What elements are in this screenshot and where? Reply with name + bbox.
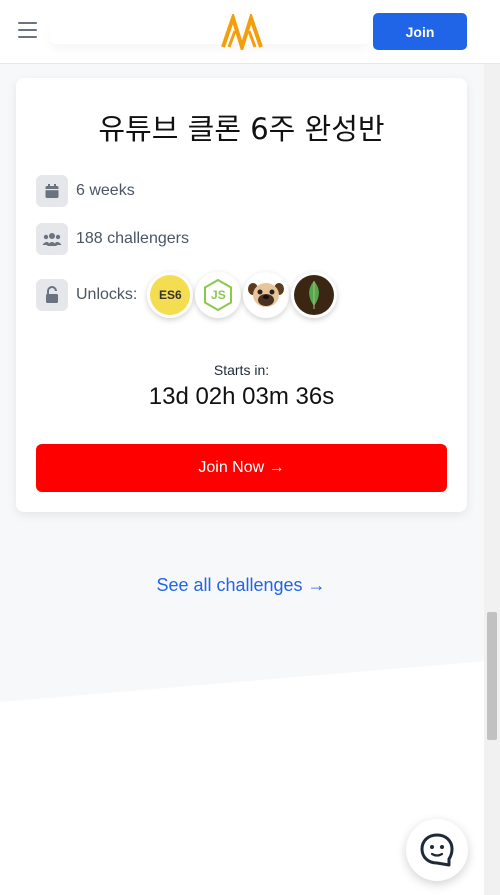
join-now-button[interactable]: Join Now →	[36, 444, 447, 492]
challengers-row: 188 challengers	[36, 223, 189, 255]
chat-button[interactable]	[406, 819, 468, 881]
join-button[interactable]: Join	[373, 13, 467, 50]
countdown-timer: 13d 02h 03m 36s	[148, 383, 335, 410]
unlock-icon	[36, 279, 68, 311]
es6-text: ES6	[159, 288, 182, 302]
calendar-icon	[36, 175, 68, 207]
duration-text: 6 weeks	[76, 182, 135, 199]
duration-row: 6 weeks	[36, 175, 135, 207]
top-header: Join	[0, 0, 500, 64]
pug-icon	[243, 272, 290, 318]
nodejs-text: JS	[211, 288, 226, 302]
users-icon	[36, 223, 68, 255]
nomad-logo-icon[interactable]	[220, 14, 264, 50]
challenge-card: 유튜브 클론 6주 완성반 6 weeks 188 challengers Un…	[16, 78, 467, 512]
scrollbar-thumb[interactable]	[487, 612, 497, 740]
challenge-title: 유튜브 클론 6주 완성반	[98, 112, 385, 146]
unlock-tech-list: ES6 JS	[147, 272, 339, 318]
unlocks-row: Unlocks: ES6 JS	[36, 271, 339, 319]
es6-icon: ES6	[147, 272, 194, 318]
starts-in-label: Starts in:	[213, 362, 270, 378]
page-scrollbar[interactable]	[484, 64, 500, 895]
chat-bubble-icon	[420, 833, 454, 867]
unlocks-label: Unlocks:	[76, 286, 138, 303]
hamburger-menu-icon[interactable]	[18, 22, 38, 42]
mongodb-icon	[291, 272, 338, 318]
challengers-text: 188 challengers	[76, 230, 189, 247]
header-shadow	[50, 18, 370, 44]
nodejs-icon: JS	[195, 272, 242, 318]
see-all-challenges-link[interactable]: See all challenges →	[0, 575, 482, 596]
